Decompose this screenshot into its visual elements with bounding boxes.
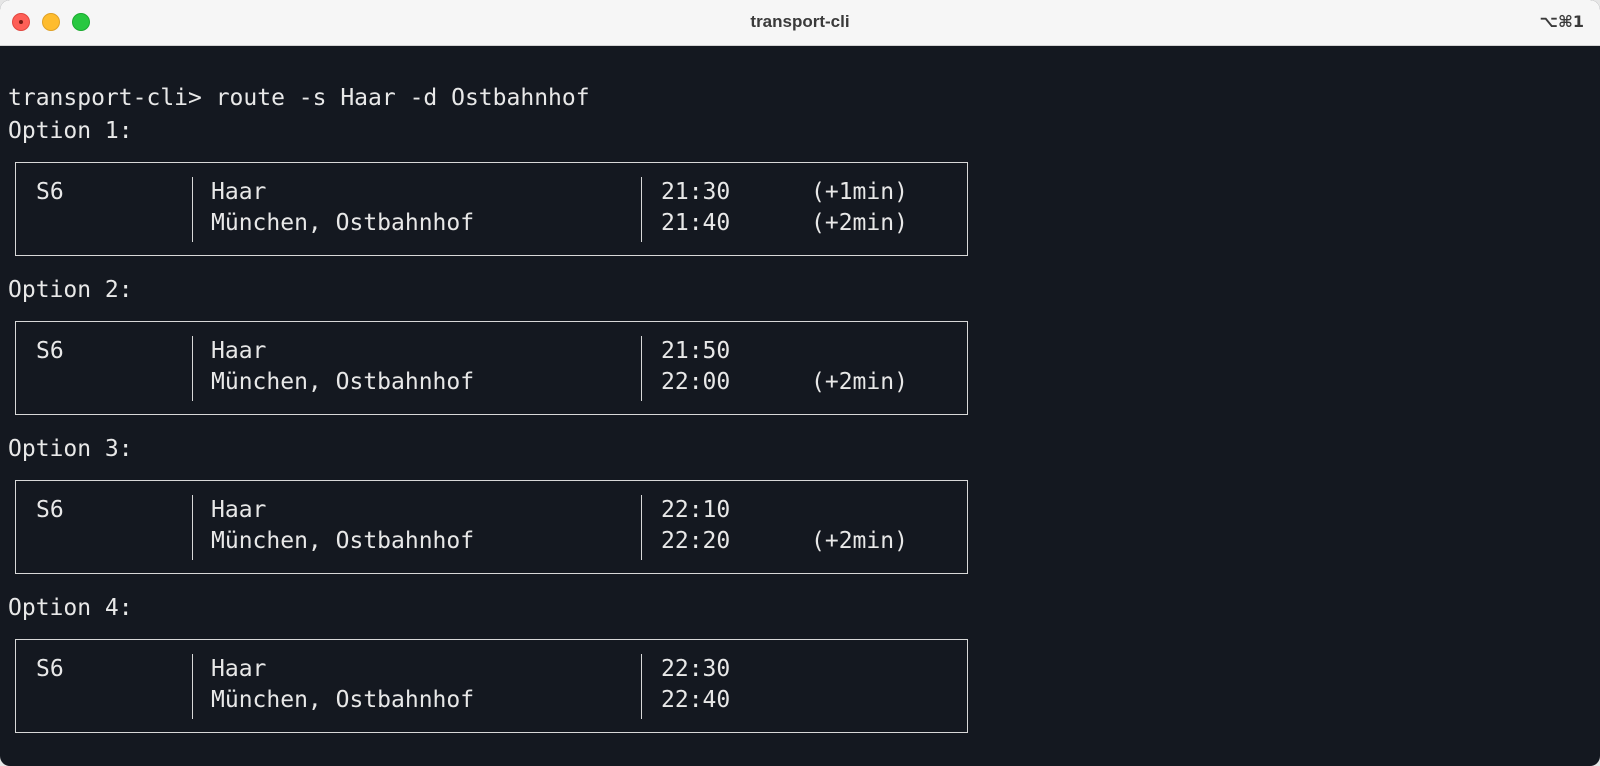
arrival-stop: München, Ostbahnhof bbox=[211, 369, 475, 395]
departure-time: 21:30 bbox=[661, 179, 731, 205]
departure-stop: Haar bbox=[211, 497, 267, 523]
arrival-stop: München, Ostbahnhof bbox=[211, 210, 475, 236]
line-name: S6 bbox=[36, 497, 64, 523]
terminal-window: transport-cli ⌥⌘1 transport-cli> route -… bbox=[0, 0, 1600, 766]
departure-stop: Haar bbox=[211, 338, 267, 364]
arrival-delay: (+2min) bbox=[811, 369, 908, 395]
route-option-box: S6 Haar München, Ostbahnhof 21:30 21:40 … bbox=[15, 162, 968, 256]
arrival-stop: München, Ostbahnhof bbox=[211, 687, 475, 713]
arrival-delay: (+2min) bbox=[811, 210, 908, 236]
route-option-box: S6 Haar München, Ostbahnhof 22:10 22:20 … bbox=[15, 480, 968, 574]
column-separator bbox=[192, 177, 193, 242]
column-separator bbox=[192, 495, 193, 560]
column-separator bbox=[641, 495, 642, 560]
arrival-time: 22:40 bbox=[661, 687, 731, 713]
arrival-time: 22:00 bbox=[661, 369, 731, 395]
column-separator bbox=[641, 177, 642, 242]
title-bar[interactable]: transport-cli ⌥⌘1 bbox=[0, 0, 1600, 46]
departure-time: 22:10 bbox=[661, 497, 731, 523]
option-label: Option 1: bbox=[8, 118, 133, 144]
column-separator bbox=[641, 336, 642, 401]
departure-stop: Haar bbox=[211, 179, 267, 205]
column-separator bbox=[192, 654, 193, 719]
line-name: S6 bbox=[36, 656, 64, 682]
column-separator bbox=[192, 336, 193, 401]
departure-delay: (+1min) bbox=[811, 179, 908, 205]
departure-stop: Haar bbox=[211, 656, 267, 682]
option-label: Option 2: bbox=[8, 277, 133, 303]
line-name: S6 bbox=[36, 338, 64, 364]
arrival-time: 21:40 bbox=[661, 210, 731, 236]
command-line: transport-cli> route -s Haar -d Ostbahnh… bbox=[8, 85, 590, 111]
arrival-stop: München, Ostbahnhof bbox=[211, 528, 475, 554]
option-label: Option 3: bbox=[8, 436, 133, 462]
window-title: transport-cli bbox=[750, 12, 850, 31]
window-shortcut: ⌥⌘1 bbox=[1539, 12, 1584, 31]
option-label: Option 4: bbox=[8, 595, 133, 621]
departure-time: 22:30 bbox=[661, 656, 731, 682]
arrival-delay: (+2min) bbox=[811, 528, 908, 554]
terminal-output[interactable]: transport-cli> route -s Haar -d Ostbahnh… bbox=[0, 47, 1600, 766]
route-option-box: S6 Haar München, Ostbahnhof 21:50 22:00 … bbox=[15, 321, 968, 415]
route-option-box: S6 Haar München, Ostbahnhof 22:30 22:40 bbox=[15, 639, 968, 733]
column-separator bbox=[641, 654, 642, 719]
arrival-time: 22:20 bbox=[661, 528, 731, 554]
departure-time: 21:50 bbox=[661, 338, 731, 364]
line-name: S6 bbox=[36, 179, 64, 205]
